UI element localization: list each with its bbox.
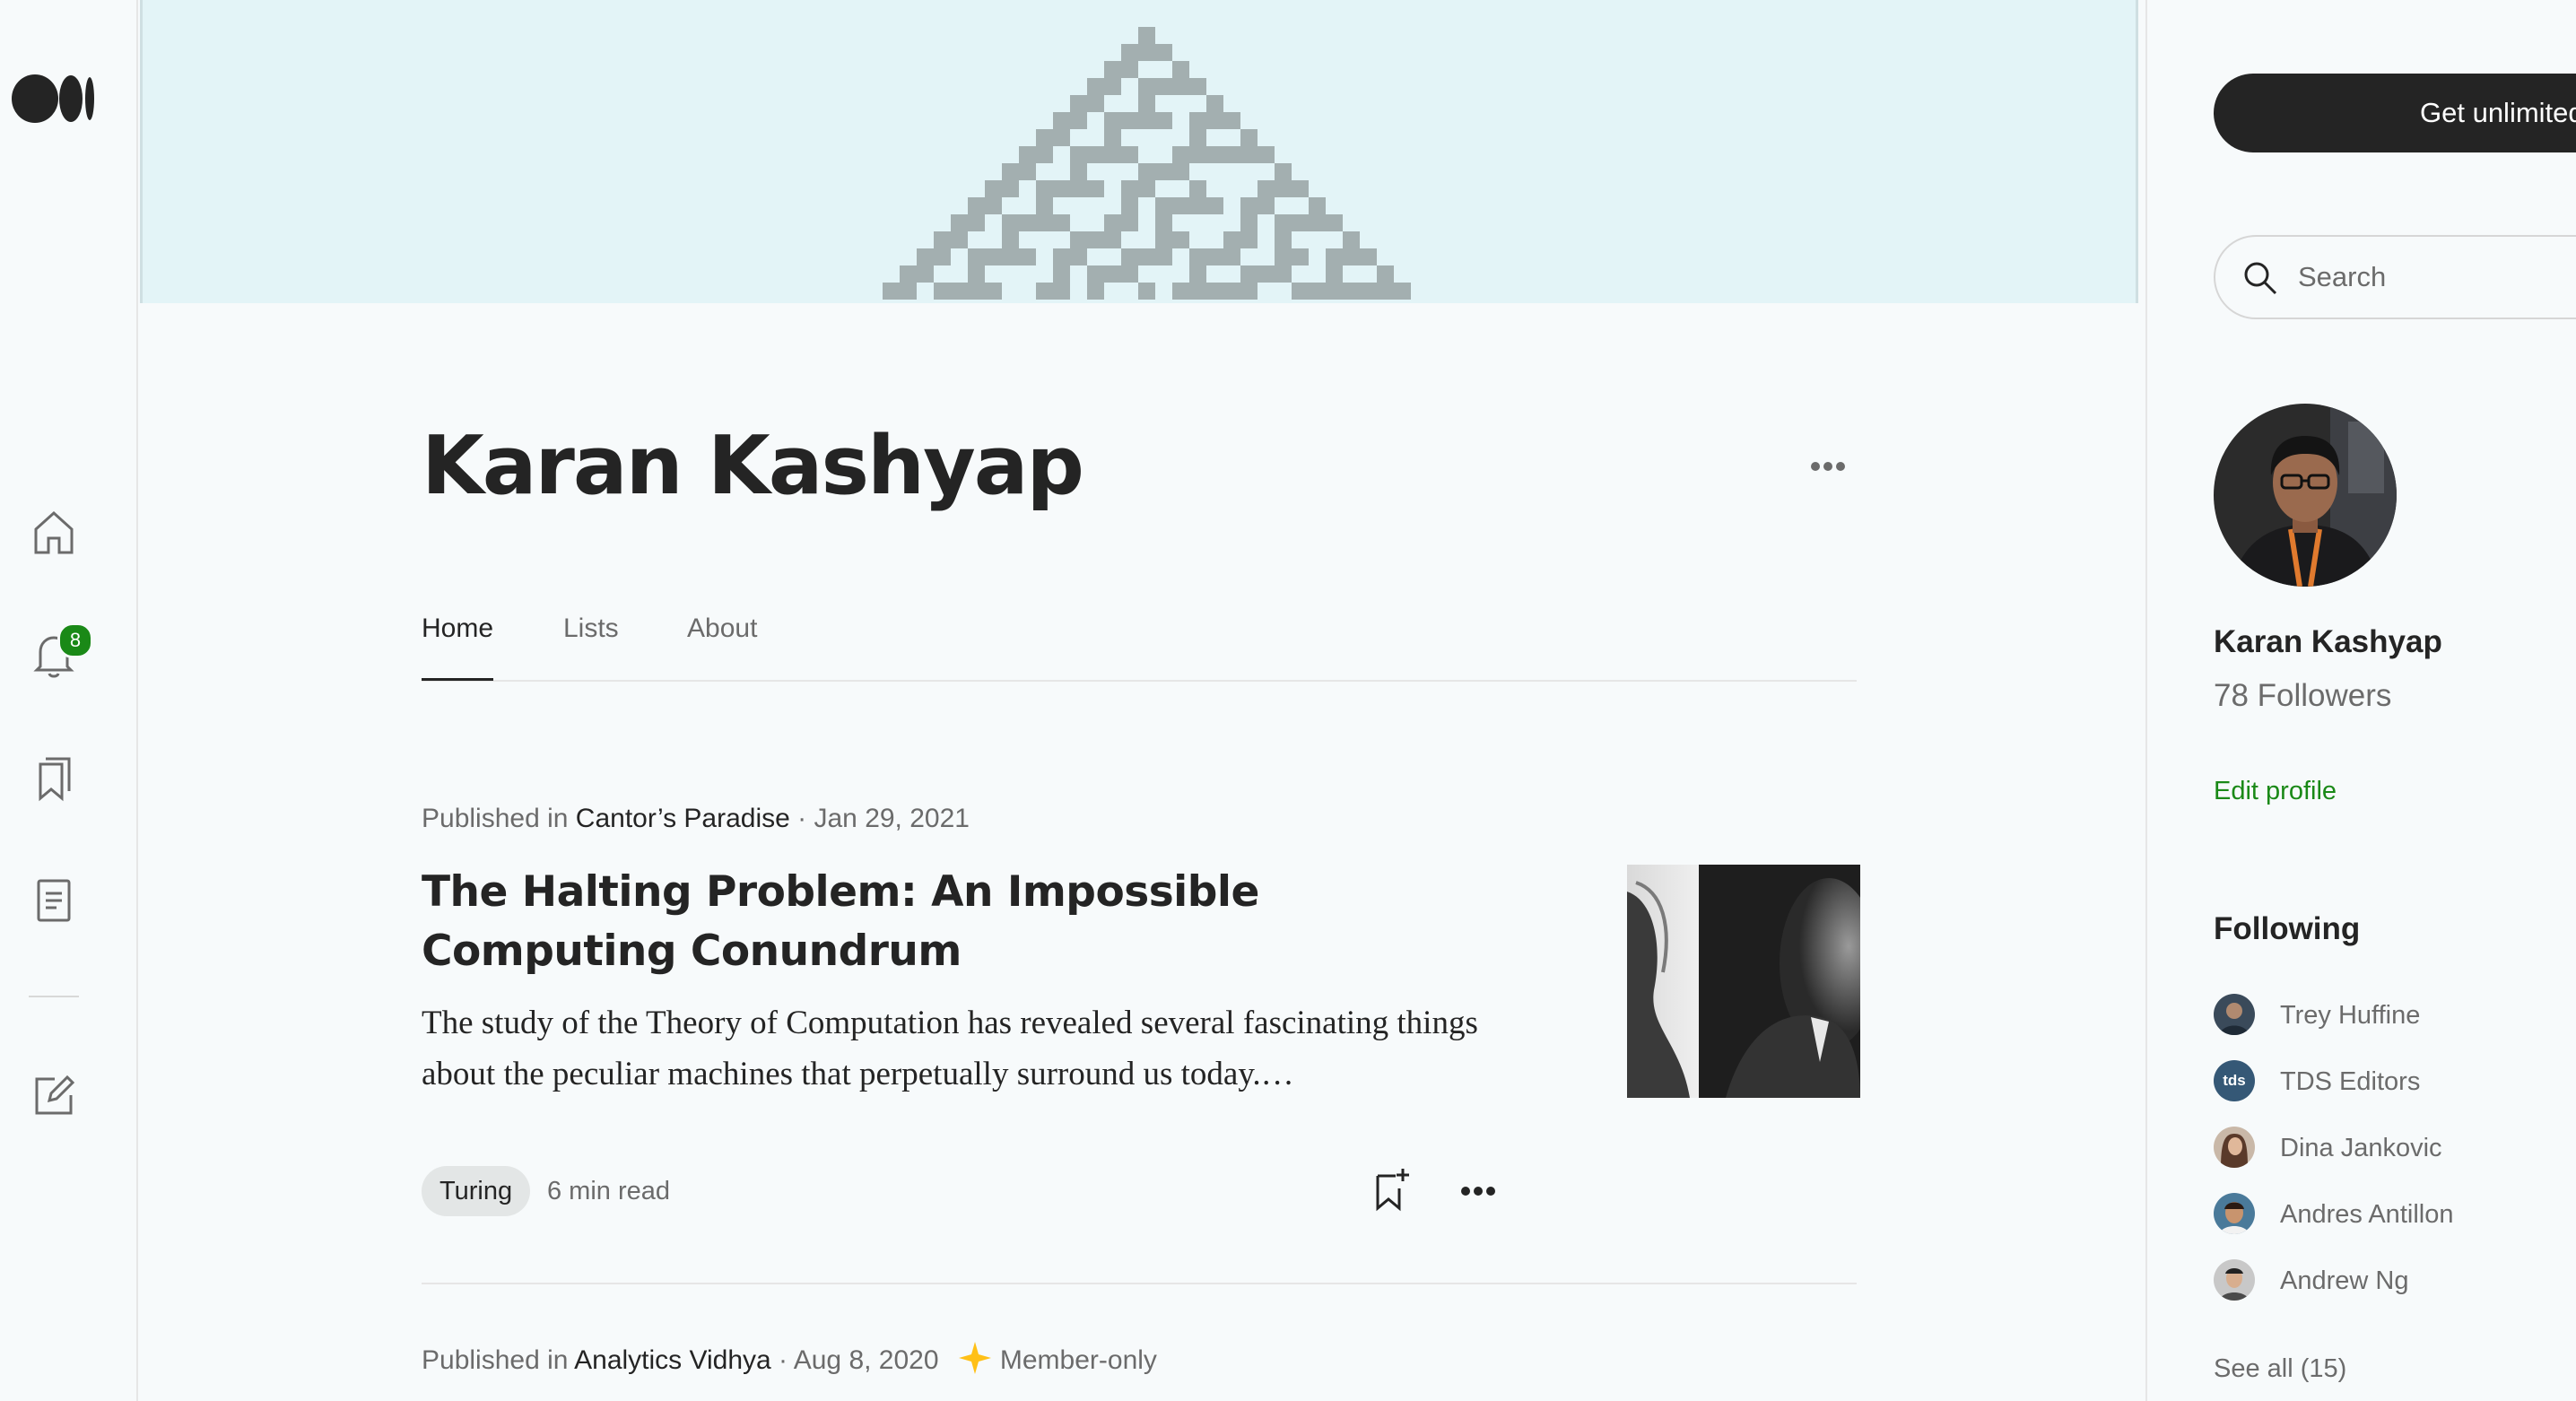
left-rail: 8	[0, 0, 138, 1401]
following-item[interactable]: Dina Jankovic	[2214, 1127, 2572, 1171]
avatar	[2214, 1259, 2255, 1301]
medium-logo-icon[interactable]	[11, 74, 97, 124]
tab-lists[interactable]: Lists	[563, 601, 619, 678]
following-item[interactable]: Trey Huffine	[2214, 994, 2572, 1039]
read-time: 6 min read	[547, 1177, 671, 1205]
sidebar-profile-name: Karan Kashyap	[2214, 624, 2442, 659]
article-date: · Aug 8, 2020	[770, 1345, 939, 1375]
save-bookmark-icon[interactable]	[1367, 1164, 1417, 1214]
home-icon[interactable]	[27, 506, 81, 560]
article-tag[interactable]: Turing	[422, 1166, 531, 1216]
avatar	[2214, 994, 2255, 1035]
notification-badge: 8	[57, 622, 93, 658]
article-title[interactable]: The Halting Problem: An Impossible Compu…	[422, 863, 1480, 981]
avatar	[2214, 1127, 2255, 1168]
following-item[interactable]: Andres Antillon	[2214, 1193, 2572, 1238]
following-name: Trey Huffine	[2280, 1001, 2421, 1030]
cta-label: Get unlimited access	[2420, 97, 2576, 128]
write-icon[interactable]	[27, 1069, 81, 1123]
publication-link[interactable]: Cantor’s Paradise	[576, 804, 790, 833]
article-subtitle[interactable]: The study of the Theory of Computation h…	[422, 997, 1480, 1100]
article-more-options-icon[interactable]	[1453, 1166, 1503, 1216]
published-in-label: Published in	[422, 804, 569, 833]
notifications-icon[interactable]: 8	[27, 622, 93, 682]
following-item[interactable]: Andrew Ng	[2214, 1259, 2572, 1304]
right-sidebar: Get unlimited access Karan Kashyap 78 Fo…	[2145, 0, 2576, 1401]
article-publication-line: Published in Analytics Vidhya · Aug 8, 2…	[422, 1340, 1157, 1376]
article-publication-line: Published in Cantor’s Paradise · Jan 29,…	[422, 804, 970, 834]
search-icon	[2244, 262, 2277, 295]
following-name: TDS Editors	[2280, 1067, 2421, 1096]
article-divider	[422, 1283, 1857, 1284]
avatar	[2214, 1193, 2255, 1234]
edit-profile-link[interactable]: Edit profile	[2214, 777, 2337, 806]
bookmarks-library-icon[interactable]	[27, 752, 81, 805]
profile-more-options-icon[interactable]	[1801, 448, 1855, 484]
publication-link[interactable]: Analytics Vidhya	[574, 1345, 771, 1375]
profile-banner	[140, 0, 2138, 303]
get-unlimited-access-button[interactable]: Get unlimited access	[2214, 74, 2576, 152]
article-date: · Jan 29, 2021	[789, 804, 970, 833]
tds-avatar-text: tds	[2223, 1072, 2246, 1089]
member-only-label: Member-only	[999, 1345, 1157, 1375]
following-name: Andres Antillon	[2280, 1200, 2454, 1229]
search-box	[2214, 235, 2576, 319]
tab-about[interactable]: About	[687, 601, 757, 678]
rail-divider	[29, 996, 79, 997]
profile-name: Karan Kashyap	[422, 419, 1084, 513]
following-heading: Following	[2214, 911, 2361, 946]
following-item[interactable]: tds TDS Editors	[2214, 1060, 2572, 1105]
main-content: Karan Kashyap Home Lists About Published…	[138, 0, 2145, 1401]
stories-icon[interactable]	[27, 874, 81, 927]
profile-avatar[interactable]	[2214, 404, 2397, 587]
published-in-label: Published in	[422, 1345, 569, 1375]
avatar: tds	[2214, 1060, 2255, 1101]
see-all-following-link[interactable]: See all (15)	[2214, 1354, 2346, 1384]
following-name: Dina Jankovic	[2280, 1134, 2442, 1162]
article-thumbnail[interactable]	[1627, 865, 1860, 1098]
profile-tabs: Home Lists About	[422, 601, 1857, 682]
member-star-icon	[958, 1342, 991, 1374]
search-input[interactable]	[2296, 258, 2569, 296]
cellular-automaton-banner-art	[883, 27, 1411, 300]
tab-home[interactable]: Home	[422, 601, 494, 681]
followers-count[interactable]: 78 Followers	[2214, 678, 2391, 714]
following-name: Andrew Ng	[2280, 1266, 2409, 1295]
